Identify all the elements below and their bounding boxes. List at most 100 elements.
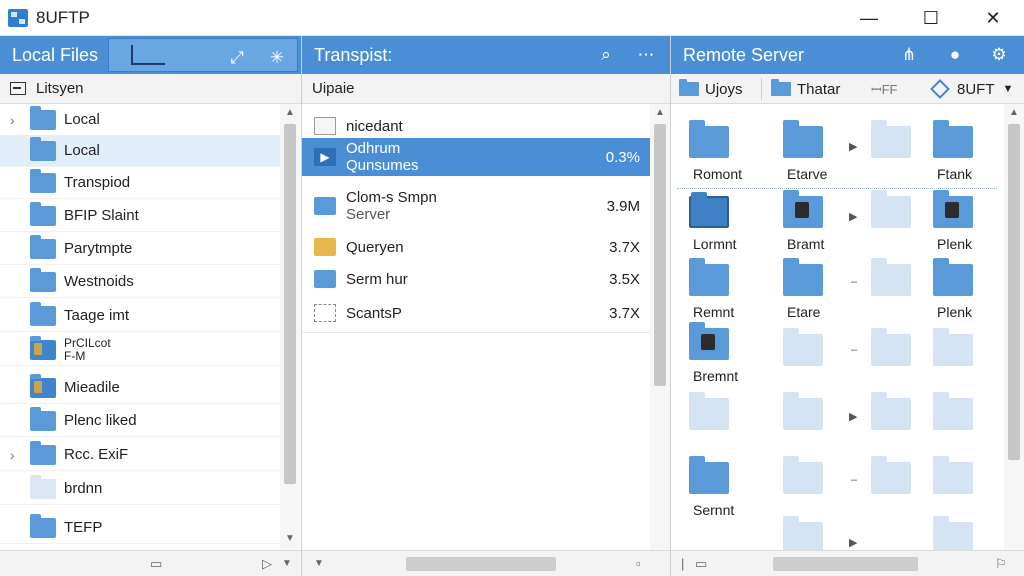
- play-icon[interactable]: ▶: [314, 148, 336, 166]
- folder-icon: [871, 328, 911, 366]
- settings-icon[interactable]: ✳: [259, 39, 295, 77]
- remote-item[interactable]: [765, 450, 835, 510]
- folder-icon: [689, 258, 729, 296]
- transfer-row[interactable]: Serm hur 3.5X: [302, 264, 650, 294]
- remote-item[interactable]: Lormnt: [671, 184, 741, 252]
- local-scrollbar[interactable]: ▲ ▼: [280, 104, 300, 550]
- chevron-down-icon[interactable]: ▼: [282, 558, 292, 569]
- sync-icon[interactable]: ●: [937, 36, 973, 74]
- remote-item[interactable]: Bramt: [765, 184, 835, 252]
- tree-item[interactable]: › Rcc. ExiF: [0, 439, 280, 471]
- tool-folder-icon: [689, 322, 729, 360]
- remote-item[interactable]: Bremnt: [671, 316, 741, 384]
- folder-small-icon[interactable]: ▭: [695, 556, 707, 572]
- maximize-button[interactable]: ☐: [900, 0, 962, 36]
- remote-item[interactable]: Plenk: [915, 252, 985, 320]
- remote-item[interactable]: Etarve: [765, 114, 835, 182]
- scroll-down-icon[interactable]: ▼: [280, 532, 300, 546]
- remote-item[interactable]: Ftank: [915, 114, 985, 182]
- remote-item-label: Etare: [787, 304, 821, 320]
- transfer-row[interactable]: ScantsP 3.7X: [302, 298, 650, 328]
- tree-item[interactable]: Plenc liked: [0, 405, 280, 437]
- title-bar: 8UFTP — ☐ ✕: [0, 0, 1024, 36]
- window-small-icon[interactable]: ▫: [636, 556, 641, 571]
- transfer-name: Odhrum Qunsumes: [346, 140, 419, 174]
- remote-item[interactable]: Plenk: [915, 184, 985, 252]
- scroll-up-icon[interactable]: ▲: [280, 106, 300, 120]
- more-icon[interactable]: ⋯: [628, 36, 664, 74]
- remote-item[interactable]: [765, 322, 835, 382]
- remote-item[interactable]: Romont: [671, 114, 742, 182]
- server-select[interactable]: 8UFT ▼: [930, 74, 1013, 104]
- horizontal-scroll-thumb[interactable]: [406, 557, 556, 571]
- remote-item[interactable]: [915, 322, 985, 382]
- folder-icon: [30, 474, 56, 499]
- tree-item[interactable]: BFIP Slaint: [0, 200, 280, 232]
- remote-item[interactable]: [915, 510, 985, 550]
- remote-tab-thatar[interactable]: Thatar: [771, 74, 840, 104]
- remote-item[interactable]: Etare: [765, 252, 835, 320]
- close-button[interactable]: ✕: [962, 0, 1024, 36]
- chevron-right-icon[interactable]: ›: [10, 112, 24, 128]
- remote-item-label: Plenk: [937, 304, 973, 320]
- dotted-file-icon: [314, 304, 336, 322]
- network-icon[interactable]: ⋔: [891, 36, 927, 74]
- folder-icon: [30, 440, 56, 465]
- scroll-up-icon[interactable]: ▲: [1004, 106, 1024, 120]
- tree-item[interactable]: Transpiod: [0, 167, 280, 199]
- remote-item[interactable]: [671, 386, 741, 446]
- scroll-thumb[interactable]: [1008, 124, 1020, 460]
- transfer-row[interactable]: nicedant: [302, 112, 650, 140]
- remote-tab-ff[interactable]: ꟷFF: [871, 74, 897, 104]
- transfer-scrollbar[interactable]: ▲: [650, 104, 670, 550]
- tree-item[interactable]: Parytmpte: [0, 233, 280, 265]
- chevron-right-icon[interactable]: ▷: [262, 556, 272, 572]
- tree-item[interactable]: Taage imt: [0, 300, 280, 332]
- remote-item[interactable]: [853, 114, 923, 174]
- remote-item-label: Lormnt: [693, 236, 737, 252]
- share-icon[interactable]: ⤢: [219, 39, 255, 77]
- transfer-row[interactable]: Queryen 3.7X: [302, 232, 650, 262]
- folder-icon: [783, 456, 823, 494]
- chart-icon[interactable]: [131, 45, 165, 65]
- remote-item[interactable]: [853, 322, 923, 382]
- remote-item[interactable]: [915, 450, 985, 510]
- scroll-thumb[interactable]: [654, 124, 666, 386]
- tree-item-label: Westnoids: [64, 273, 134, 290]
- remote-item[interactable]: [915, 386, 985, 446]
- remote-scrollbar[interactable]: ▲: [1004, 104, 1024, 550]
- tree-item[interactable]: Mieadile: [0, 372, 280, 404]
- remote-tab-ujoys[interactable]: Ujoys: [679, 74, 743, 104]
- flag-icon[interactable]: ⚐: [995, 556, 1007, 572]
- tree-item[interactable]: Westnoids: [0, 266, 280, 298]
- scroll-thumb[interactable]: [284, 124, 296, 484]
- folder-icon: [30, 234, 56, 259]
- remote-item[interactable]: Remnt: [671, 252, 741, 320]
- remote-item[interactable]: Sernnt: [671, 450, 741, 518]
- tree-item[interactable]: brdnn: [0, 473, 280, 505]
- folder-small-icon[interactable]: ▭: [150, 556, 162, 572]
- chevron-right-icon[interactable]: ›: [10, 447, 24, 463]
- tree-item[interactable]: TEFP: [0, 512, 280, 544]
- remote-item[interactable]: [853, 450, 923, 510]
- remote-item[interactable]: [853, 184, 923, 244]
- remote-item[interactable]: [765, 510, 835, 550]
- gear-icon[interactable]: ⚙: [981, 36, 1017, 74]
- horizontal-scroll-thumb[interactable]: [773, 557, 918, 571]
- tree-item-local[interactable]: › Local: [0, 104, 280, 136]
- tree-item-local-selected[interactable]: Local: [0, 135, 280, 167]
- minimize-button[interactable]: —: [838, 0, 900, 36]
- tree-item[interactable]: PrCILcot F-M: [0, 334, 280, 366]
- transfer-size: 3.7X: [609, 304, 640, 322]
- scroll-up-icon[interactable]: ▲: [650, 106, 670, 120]
- transfer-row-active[interactable]: ▶ Odhrum Qunsumes 0.3%: [302, 138, 650, 176]
- remote-item[interactable]: [853, 252, 923, 312]
- remote-item-label: Ftank: [937, 166, 973, 182]
- remote-item[interactable]: [853, 386, 923, 446]
- chevron-down-icon[interactable]: ▼: [314, 558, 324, 569]
- tree-item-label: Taage imt: [64, 307, 130, 324]
- transfer-row[interactable]: Clom-s Smpn Server 3.9M: [302, 186, 650, 226]
- local-subbar: Litsyen: [0, 74, 301, 104]
- search-icon[interactable]: ⌕: [588, 36, 624, 74]
- remote-item[interactable]: [765, 386, 835, 446]
